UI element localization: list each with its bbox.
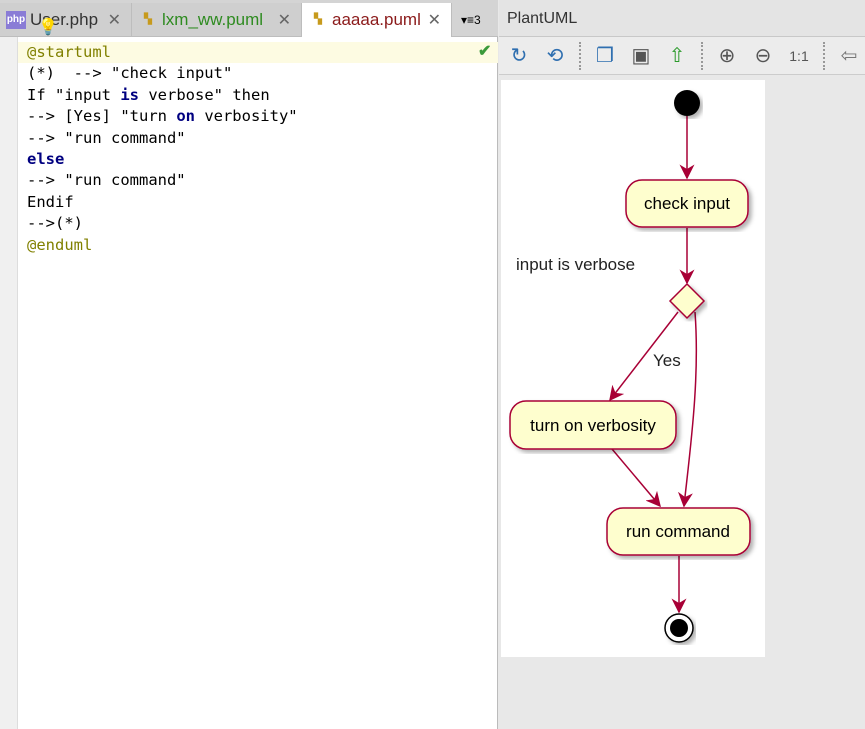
close-icon[interactable]: ✕ [108, 10, 121, 30]
gutter [0, 37, 18, 729]
editor-tabs: php User.php ✕ ▚ lxm_ww.puml ✕ ▚ aaaaa.p… [0, 0, 498, 37]
check-icon: ✔ [478, 43, 492, 60]
export-icon[interactable]: ⇧ [665, 43, 689, 68]
zoom-actual-icon[interactable]: 1:1 [787, 48, 811, 64]
code-line: @enduml [27, 235, 93, 254]
code-line: Endif [27, 192, 74, 211]
code-editor[interactable]: 💡 ✔ @startuml (*) --> "check input" If "… [0, 19, 498, 729]
tab-overflow-button[interactable]: ▾≡ 3 [455, 3, 495, 36]
activity-label: check input [644, 194, 730, 213]
tab-label: aaaaa.puml [332, 10, 421, 29]
zoom-out-icon[interactable]: ⊖ [751, 43, 775, 68]
tab-count: 3 [474, 12, 481, 27]
condition-label: input is verbose [516, 255, 635, 274]
edge [677, 311, 698, 508]
back-icon[interactable]: ⇦ [837, 43, 861, 68]
diagram-canvas: check input input is verbose Yes turn on… [501, 80, 765, 657]
close-icon[interactable]: ✕ [428, 10, 441, 30]
puml-file-icon: ▚ [144, 13, 152, 25]
activity-label: turn on verbosity [530, 416, 656, 435]
refresh-icon[interactable]: ↻ [507, 43, 531, 68]
divider [701, 41, 703, 70]
code-line: else [27, 150, 65, 169]
code-line: (*) --> "check input" [27, 64, 233, 83]
lightbulb-icon[interactable]: 💡 [38, 17, 58, 37]
start-node [674, 90, 700, 116]
php-file-icon: php [6, 10, 26, 29]
zoom-in-icon[interactable]: ⊕ [715, 43, 739, 68]
divider [823, 41, 825, 70]
copy-icon[interactable]: ❐ [593, 43, 617, 68]
plantuml-toolbar: ↻ ⟲ ❐ ▣ ⇧ ⊕ ⊖ 1:1 ⇦ [499, 37, 865, 75]
code-line: --> [Yes] "turn on verbosity" [27, 107, 298, 126]
close-icon[interactable]: ✕ [278, 10, 291, 30]
panel-title: PlantUML [499, 0, 865, 37]
auto-refresh-icon[interactable]: ⟲ [543, 43, 567, 68]
code-line: -->(*) [27, 214, 83, 233]
activity-label: run command [626, 522, 730, 541]
tab-label: lxm_ww.puml [162, 9, 264, 29]
yes-label: Yes [653, 351, 681, 370]
tab-aaaaa[interactable]: ▚ aaaaa.puml ✕ [302, 3, 452, 37]
decision-diamond [668, 282, 706, 320]
code-line: --> "run command" [27, 128, 186, 147]
end-node-inner [670, 619, 688, 637]
code-line: @startuml [27, 43, 111, 61]
code-text: @startuml (*) --> "check input" If "inpu… [27, 42, 298, 256]
code-line: If "input is verbose" then [27, 85, 270, 104]
code-line: --> "run command" [27, 171, 186, 190]
tab-user-php[interactable]: php User.php ✕ [0, 3, 132, 36]
divider [579, 41, 581, 70]
save-icon[interactable]: ▣ [629, 43, 653, 68]
edge [611, 448, 661, 508]
tab-lxm-ww[interactable]: ▚ lxm_ww.puml ✕ [132, 3, 302, 36]
puml-file-icon: ▚ [314, 14, 322, 25]
